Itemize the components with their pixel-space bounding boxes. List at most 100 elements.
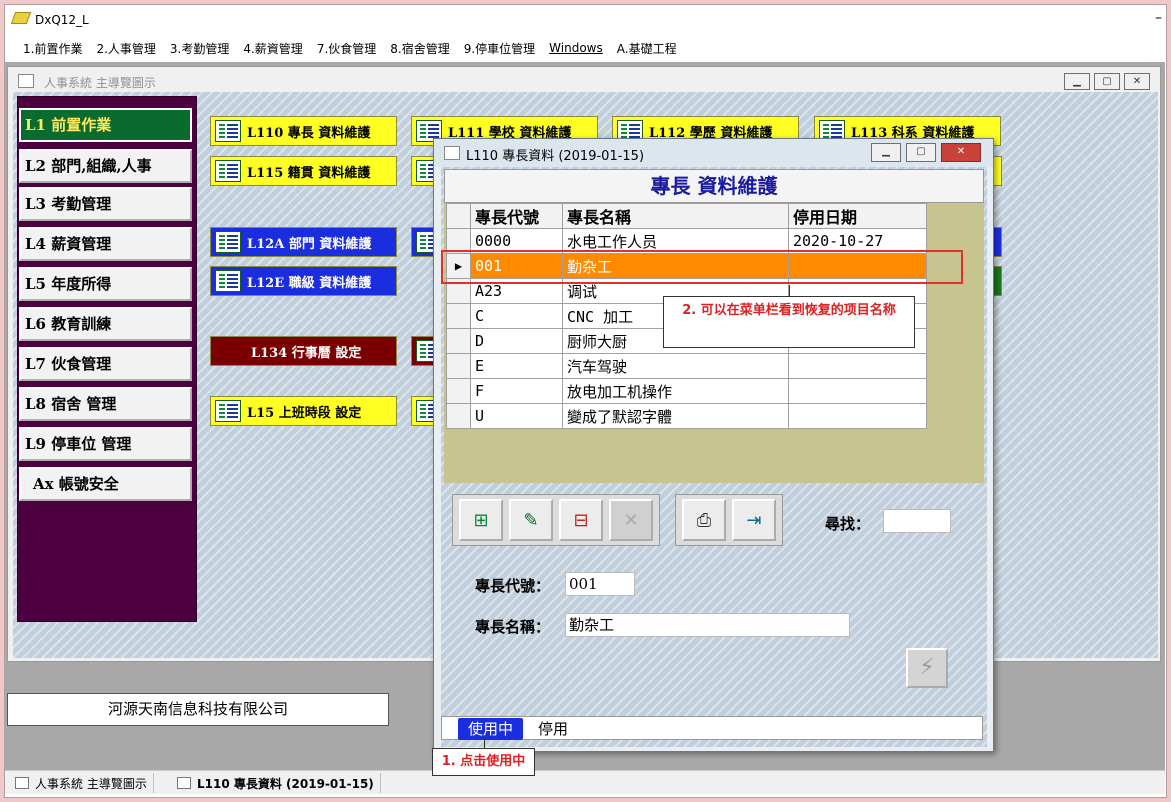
search-label: 尋找： (825, 515, 871, 533)
menu-item-4[interactable]: 4.薪資管理 (243, 40, 302, 57)
tile-l12e[interactable]: L12E 職級 資料維護 (210, 266, 397, 296)
cell-code[interactable]: D (470, 328, 563, 354)
lightning-button[interactable]: ⚡ (906, 648, 948, 688)
window-icon (15, 777, 29, 789)
cell-date[interactable] (788, 353, 927, 379)
form-icon (215, 160, 241, 182)
cell-code[interactable]: C (470, 303, 563, 329)
menu-item-7[interactable]: 7.伙食管理 (317, 40, 376, 57)
cell-date[interactable] (788, 378, 927, 404)
form-icon (215, 231, 241, 253)
tile-l134[interactable]: L134 行事曆 設定 (210, 336, 397, 366)
menu-item-1[interactable]: 1.前置作業 (23, 40, 82, 57)
nav-l5[interactable]: L5 年度所得 (19, 267, 192, 301)
tile-label: L12A 部門 資料維護 (247, 236, 372, 252)
minimize-app-button[interactable]: – (1155, 10, 1162, 26)
tile-l12a[interactable]: L12A 部門 資料維護 (210, 227, 397, 257)
menu-item-9[interactable]: 9.停車位管理 (464, 40, 535, 57)
dialog-minimize-button[interactable]: ▁ (871, 143, 901, 162)
task-main-nav[interactable]: 人事系統 主導覽圖示 (9, 773, 154, 793)
nav-l1[interactable]: L1 前置作業 (19, 108, 192, 142)
cell-name[interactable]: 變成了默認字體 (562, 403, 789, 429)
tile-label: L134 行事曆 設定 (251, 345, 362, 361)
nav-l4[interactable]: L4 薪資管理 (19, 227, 192, 261)
window-icon (18, 74, 34, 88)
edit-record-button[interactable]: ✎ (509, 499, 553, 541)
printer-icon: ⎙ (696, 509, 712, 531)
subwin-minimize-button[interactable]: ▁ (1064, 73, 1090, 90)
nav-l6[interactable]: L6 教育訓練 (19, 307, 192, 341)
nav-l9[interactable]: L9 停車位 管理 (19, 427, 192, 461)
subwin-maximize-button[interactable]: ▢ (1094, 73, 1120, 90)
cell-name[interactable]: 放电加工机操作 (562, 378, 789, 404)
nav-l7[interactable]: L7 伙食管理 (19, 347, 192, 381)
company-name: 河源天南信息科技有限公司 (7, 693, 389, 726)
delete-record-button[interactable]: ✕ (609, 499, 653, 541)
lightning-icon: ⚡ (919, 655, 935, 680)
tile-l15[interactable]: L15 上班時段 設定 (210, 396, 397, 426)
exit-button[interactable]: ⇥ (732, 499, 776, 541)
search-input[interactable] (883, 509, 951, 533)
disable-record-button[interactable]: ⊟ (559, 499, 603, 541)
tab-active[interactable]: 使用中 (458, 718, 524, 740)
annotation-note-2: 2. 可以在菜单栏看到恢复的项目名称 (663, 296, 915, 348)
subwin-close-button[interactable]: ✕ (1124, 73, 1150, 90)
dialog-header: 專長 資料維護 (444, 169, 984, 203)
menu-bar: 1.前置作業 2.人事管理 3.考勤管理 4.薪資管理 7.伙食管理 8.宿舍管… (5, 36, 1165, 60)
tile-label: L12E 職級 資料維護 (247, 275, 372, 291)
name-label: 專長名稱： (475, 618, 551, 636)
row-indicator (446, 403, 471, 429)
dialog-title: L110 專長資料 (2019-01-15) (466, 149, 645, 164)
window-icon (444, 146, 460, 160)
tab-disabled[interactable]: 停用 (528, 718, 578, 740)
dialog-maximize-button[interactable]: ▢ (906, 143, 936, 162)
form-icon (215, 120, 241, 142)
edit-toolbar: ⊞ ✎ ⊟ ✕ (452, 494, 660, 546)
dialog-titlebar: L110 專長資料 (2019-01-15) ▁ ▢ ✕ (434, 139, 993, 167)
form-icon (215, 400, 241, 422)
task-label: 人事系統 主導覽圖示 (35, 776, 147, 791)
row-indicator (446, 378, 471, 404)
menu-item-8[interactable]: 8.宿舍管理 (390, 40, 449, 57)
cell-code[interactable]: U (470, 403, 563, 429)
form-icon (215, 270, 241, 292)
cell-date[interactable] (788, 403, 927, 429)
task-label: L110 專長資料 (2019-01-15) (197, 776, 374, 791)
dialog-close-button[interactable]: ✕ (941, 143, 981, 162)
disable-record-icon: ⊟ (573, 509, 589, 531)
taskbar: 人事系統 主導覽圖示 L110 專長資料 (2019-01-15) (5, 770, 1165, 794)
menu-item-windows[interactable]: Windows (549, 41, 603, 55)
subwindow-title: 人事系統 主導覽圖示 (44, 76, 156, 90)
cell-code[interactable]: F (470, 378, 563, 404)
cell-name[interactable]: 汽车驾驶 (562, 353, 789, 379)
table-row[interactable]: F 放电加工机操作 (446, 378, 927, 404)
nav-l2[interactable]: L2 部門,組織,人事 (19, 149, 192, 183)
row-indicator (446, 353, 471, 379)
tile-label: L110 專長 資料維護 (247, 125, 371, 141)
nav-l8[interactable]: L8 宿舍 管理 (19, 387, 192, 421)
edit-record-icon: ✎ (523, 509, 539, 531)
nav-l3[interactable]: L3 考勤管理 (19, 187, 192, 221)
table-row[interactable]: E 汽车驾驶 (446, 353, 927, 379)
nav-ax[interactable]: Ax 帳號安全 (19, 467, 192, 501)
code-field[interactable]: 001 (565, 572, 635, 596)
exit-door-icon: ⇥ (746, 509, 762, 531)
tile-l115[interactable]: L115 籍貫 資料維護 (210, 156, 397, 186)
tile-l110[interactable]: L110 專長 資料維護 (210, 116, 397, 146)
menu-item-a[interactable]: A.基礎工程 (617, 40, 677, 57)
task-l110[interactable]: L110 專長資料 (2019-01-15) (171, 773, 381, 793)
menu-item-2[interactable]: 2.人事管理 (96, 40, 155, 57)
row-indicator (446, 328, 471, 354)
cell-code[interactable]: E (470, 353, 563, 379)
tile-label: L115 籍貫 資料維護 (247, 165, 371, 181)
delete-record-icon: ✕ (623, 509, 639, 531)
name-field[interactable]: 勤杂工 (565, 613, 850, 637)
col-disable-date[interactable]: 停用日期 (788, 203, 927, 229)
col-name[interactable]: 專長名稱 (562, 203, 789, 229)
annotation-note-1: 1. 点击使用中 (432, 748, 535, 776)
table-row[interactable]: U 變成了默認字體 (446, 403, 927, 429)
add-record-button[interactable]: ⊞ (459, 499, 503, 541)
menu-item-3[interactable]: 3.考勤管理 (170, 40, 229, 57)
print-button[interactable]: ⎙ (682, 499, 726, 541)
col-code[interactable]: 專長代號 (470, 203, 563, 229)
